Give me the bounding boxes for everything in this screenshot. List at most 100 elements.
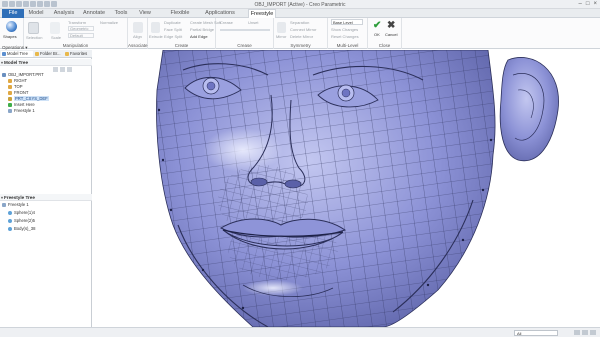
- multilevel-group: Base Level Show Changes Reset Changes Mu…: [328, 18, 368, 49]
- symmetry-group-label: Symmetry: [290, 43, 311, 48]
- body-icon: [8, 226, 12, 231]
- freestyle-tree-root[interactable]: Freestyle 1: [2, 202, 29, 208]
- shapes-icon[interactable]: [6, 21, 17, 32]
- freestyle-tree-item[interactable]: Body(s)_38: [8, 226, 35, 232]
- associate-group: Align Associate: [128, 18, 148, 49]
- cancel-button[interactable]: Cancel: [385, 32, 397, 37]
- duplicate-button[interactable]: Duplicate: [164, 20, 181, 25]
- tree-filter-icon[interactable]: [60, 67, 65, 72]
- maximize-icon[interactable]: □: [586, 1, 590, 7]
- tree-item-freestyle[interactable]: Freestyle 1: [8, 108, 35, 114]
- folder-icon: [35, 52, 39, 56]
- extrude-icon[interactable]: [151, 22, 160, 33]
- datum-plane-icon: [8, 84, 12, 89]
- cancel-icon[interactable]: ✖: [387, 20, 395, 31]
- geometric-dropdown[interactable]: Geometric: [68, 26, 94, 31]
- tab-folder-browser[interactable]: Folder Br...: [34, 51, 64, 57]
- crease-slider[interactable]: [220, 29, 270, 31]
- mirror-label[interactable]: Mirror: [276, 34, 286, 39]
- title-bar: OBJ_IMPORT (Active) - Creo Parametric – …: [0, 0, 600, 9]
- graphics-toolbar-icon[interactable]: [582, 330, 588, 335]
- tree-show-icon[interactable]: [67, 67, 72, 72]
- tab-file[interactable]: File: [2, 9, 24, 18]
- tab-flexible-modeling[interactable]: Flexible Modeling: [160, 9, 200, 25]
- favorites-icon: [65, 52, 69, 56]
- close-group: ✔ OK ✖ Cancel Close: [368, 18, 402, 49]
- model-tree-header: ▾ Model Tree: [0, 59, 92, 66]
- graphics-viewport[interactable]: [93, 50, 600, 327]
- unset-button[interactable]: Unset: [248, 20, 258, 25]
- manipulation-group: Selection Scale Transform Geometric Defa…: [24, 18, 128, 49]
- selection-buffer-icon[interactable]: [574, 330, 580, 335]
- ribbon-tabs: File Model Analysis Annotate Tools View …: [0, 9, 600, 25]
- connect-mirror-button[interactable]: Connect Mirror: [290, 27, 316, 32]
- minimize-icon[interactable]: –: [579, 1, 582, 7]
- full-screen-icon[interactable]: [590, 330, 596, 335]
- part-icon: [2, 72, 6, 77]
- tab-analysis[interactable]: Analysis: [52, 9, 76, 18]
- face-mesh-model[interactable]: [93, 50, 600, 327]
- add-edge-button[interactable]: Add Edge: [190, 34, 208, 39]
- default-dropdown[interactable]: Default: [68, 33, 94, 38]
- manipulation-group-label: Manipulation: [62, 43, 89, 48]
- navigator-panel: Model Tree Folder Br... Favorites ▾ Mode…: [0, 50, 92, 337]
- datum-plane-icon: [8, 90, 12, 95]
- freestyle-icon: [2, 202, 6, 207]
- collapse-caret-icon[interactable]: ▾: [1, 59, 3, 66]
- selection-label[interactable]: Selection: [26, 35, 42, 40]
- ear-surface[interactable]: [499, 57, 559, 162]
- base-level-dropdown[interactable]: Base Level: [331, 19, 363, 25]
- ribbon: Shapes Selection Scale Transform Geometr…: [0, 18, 600, 49]
- create-group: Extrude Duplicate Face Split Edge Split …: [148, 18, 221, 49]
- freestyle-tree-item[interactable]: Sphere(1)4: [8, 210, 35, 216]
- navigator-tabs: Model Tree Folder Br... Favorites: [0, 50, 92, 58]
- status-bar: All: [0, 327, 600, 337]
- align-label[interactable]: Align: [133, 34, 142, 39]
- scale-label[interactable]: Scale: [51, 35, 61, 40]
- symmetry-group: Mirror Separation Connect Mirror Delete …: [274, 18, 328, 49]
- scale-icon[interactable]: [50, 22, 60, 34]
- tree-settings-icon[interactable]: [53, 67, 58, 72]
- tab-applications[interactable]: Applications: [204, 9, 236, 18]
- transform-label[interactable]: Transform: [68, 20, 86, 25]
- ok-icon[interactable]: ✔: [373, 20, 381, 31]
- delete-mirror-button[interactable]: Delete Mirror: [290, 34, 313, 39]
- window-title: OBJ_IMPORT (Active) - Creo Parametric: [254, 2, 346, 8]
- face-split-button[interactable]: Face Split: [164, 27, 182, 32]
- tab-freestyle[interactable]: Freestyle: [248, 9, 276, 18]
- collapse-caret-icon[interactable]: ▾: [1, 194, 3, 201]
- mirror-icon[interactable]: [277, 22, 286, 33]
- freestyle-tree-item[interactable]: Sphere(2)5: [8, 218, 35, 224]
- sphere-icon: [8, 218, 12, 223]
- tab-model[interactable]: Model: [26, 9, 46, 18]
- show-changes-button[interactable]: Show Changes: [331, 27, 358, 32]
- tab-model-tree[interactable]: Model Tree: [1, 51, 33, 57]
- csys-icon: [8, 96, 12, 101]
- extrude-label[interactable]: Extrude: [149, 34, 163, 39]
- reset-changes-button[interactable]: Reset Changes: [331, 34, 359, 39]
- selection-filter[interactable]: All: [514, 330, 558, 336]
- ok-button[interactable]: OK: [374, 32, 380, 37]
- close-icon[interactable]: ×: [593, 1, 597, 7]
- freestyle-icon: [8, 108, 12, 113]
- tab-view[interactable]: View: [137, 9, 153, 18]
- tab-tools[interactable]: Tools: [112, 9, 130, 18]
- sphere-icon: [8, 210, 12, 215]
- separation-button[interactable]: Separation: [290, 20, 309, 25]
- tab-annotate[interactable]: Annotate: [82, 9, 106, 18]
- normalize-label[interactable]: Normalize: [100, 20, 118, 25]
- insert-arrow-icon: [8, 102, 12, 107]
- shapes-label[interactable]: Shapes: [3, 34, 17, 39]
- selection-icon[interactable]: [28, 22, 39, 34]
- multilevel-group-label: Multi-Level: [336, 43, 359, 48]
- create-group-label: Create: [174, 43, 189, 48]
- crease-group: Crease Unset Crease: [216, 18, 274, 49]
- crease-button[interactable]: Crease: [220, 20, 233, 25]
- edge-split-button[interactable]: Edge Split: [164, 34, 182, 39]
- associate-group-label: Associate: [128, 43, 148, 48]
- model-tree-toolbar: [53, 67, 72, 72]
- freestyle-tree-header: ▾ Freestyle Tree: [0, 194, 92, 201]
- align-icon[interactable]: [133, 22, 143, 33]
- partial-bridge-button[interactable]: Partial Bridge: [190, 27, 214, 32]
- tab-favorites[interactable]: Favorites: [64, 51, 92, 57]
